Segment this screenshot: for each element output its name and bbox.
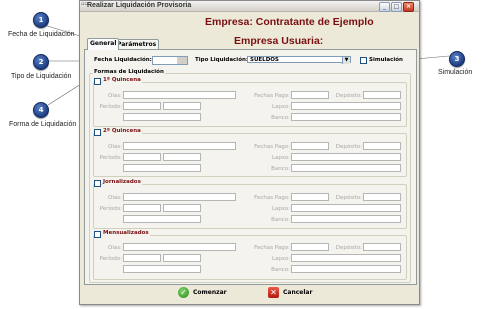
callout-1-bullet: 1	[33, 12, 49, 28]
olas-label: Olas:	[108, 245, 122, 251]
empresa-usuaria-heading: Empresa Usuaria:	[234, 35, 324, 47]
section-2-title: 2º Quincena	[102, 128, 142, 134]
section-3-title: Jornalizados	[102, 179, 142, 185]
deposito-input[interactable]	[363, 91, 401, 99]
periodo-extra-input[interactable]	[123, 215, 201, 223]
lapso-label: Lapso:	[271, 104, 290, 110]
callout-3-bullet: 3	[449, 51, 465, 67]
olas-label: Olas:	[108, 144, 122, 150]
olas-input[interactable]	[123, 142, 236, 150]
minimize-icon[interactable]: _	[379, 2, 390, 12]
deposito-label: Depósito:	[335, 245, 362, 251]
fechas-pago-label: Fechas Pago:	[254, 144, 290, 150]
periodo-label: Período:	[99, 104, 122, 110]
section-4-checkbox[interactable]	[94, 231, 101, 238]
deposito-input[interactable]	[363, 243, 401, 251]
lapso-label: Lapso:	[271, 155, 290, 161]
callout-2-label: Tipo de Liquidación	[11, 73, 72, 80]
banco-label: Banco:	[271, 166, 290, 172]
periodo-hasta-input[interactable]	[163, 204, 201, 212]
lapso-input[interactable]	[291, 254, 401, 262]
periodo-hasta-input[interactable]	[163, 153, 201, 161]
banco-label: Banco:	[271, 115, 290, 121]
callout-2-bullet: 2	[33, 54, 49, 70]
fechas-pago-label: Fechas Pago:	[254, 245, 290, 251]
periodo-hasta-input[interactable]	[163, 254, 201, 262]
periodo-desde-input[interactable]	[123, 204, 161, 212]
section-4-title: Mensualizados	[102, 230, 150, 236]
cancelar-label: Cancelar	[283, 289, 313, 296]
callout-1-label: Fecha de Liquidación	[8, 31, 75, 38]
tab-general[interactable]: General	[87, 38, 120, 50]
periodo-hasta-input[interactable]	[163, 102, 201, 110]
lapso-label: Lapso:	[271, 206, 290, 212]
date-picker-icon[interactable]	[177, 57, 187, 64]
banco-input[interactable]	[291, 113, 401, 121]
fechas-pago-input[interactable]	[291, 142, 329, 150]
periodo-desde-input[interactable]	[123, 153, 161, 161]
periodo-extra-input[interactable]	[123, 164, 201, 172]
section-1-checkbox[interactable]	[94, 78, 101, 85]
close-icon[interactable]: ×	[403, 2, 414, 12]
olas-label: Olas:	[108, 93, 122, 99]
deposito-input[interactable]	[363, 193, 401, 201]
title-bar[interactable]: ▫▫ Realizar Liquidación Provisoria _ □ ×	[80, 1, 419, 12]
chevron-down-icon[interactable]: ▼	[342, 57, 350, 64]
callout-3-label: Simulación	[438, 69, 473, 76]
simulacion-label: Simulación	[369, 57, 403, 63]
fecha-liquidacion-label: Fecha Liquidación:	[94, 57, 152, 63]
periodo-desde-input[interactable]	[123, 102, 161, 110]
lapso-input[interactable]	[291, 204, 401, 212]
olas-input[interactable]	[123, 91, 236, 99]
periodo-label: Período:	[99, 256, 122, 262]
deposito-label: Depósito:	[335, 195, 362, 201]
banco-input[interactable]	[291, 164, 401, 172]
fechas-pago-label: Fechas Pago:	[254, 93, 290, 99]
cancelar-button[interactable]: ✕ Cancelar	[268, 287, 312, 299]
tipo-liquidacion-label: Tipo Liquidación:	[195, 57, 249, 63]
periodo-label: Período:	[99, 155, 122, 161]
section-3-checkbox[interactable]	[94, 180, 101, 187]
lapso-input[interactable]	[291, 102, 401, 110]
olas-label: Olas:	[108, 195, 122, 201]
fechas-pago-label: Fechas Pago:	[254, 195, 290, 201]
periodo-extra-input[interactable]	[123, 265, 201, 273]
lapso-input[interactable]	[291, 153, 401, 161]
callout-4-label: Forma de Liquidación	[9, 121, 77, 128]
tipo-liquidacion-select[interactable]: SUELDOS ▼	[247, 56, 351, 64]
deposito-input[interactable]	[363, 142, 401, 150]
fechas-pago-input[interactable]	[291, 243, 329, 251]
deposito-label: Depósito:	[335, 144, 362, 150]
comenzar-label: Comenzar	[193, 289, 227, 296]
fechas-pago-input[interactable]	[291, 193, 329, 201]
deposito-label: Depósito:	[335, 93, 362, 99]
empresa-heading: Empresa: Contratante de Ejemplo	[205, 16, 374, 28]
banco-label: Banco:	[271, 217, 290, 223]
callout-4-bullet: 4	[33, 102, 49, 118]
banco-input[interactable]	[291, 265, 401, 273]
section-2-checkbox[interactable]	[94, 129, 101, 136]
fechas-pago-input[interactable]	[291, 91, 329, 99]
window-title: Realizar Liquidación Provisoria	[87, 2, 192, 9]
simulacion-checkbox[interactable]	[360, 57, 367, 64]
comenzar-button[interactable]: ✓ Comenzar	[178, 287, 227, 299]
olas-input[interactable]	[123, 243, 236, 251]
fecha-liquidacion-input[interactable]	[152, 56, 188, 65]
maximize-icon[interactable]: □	[391, 2, 402, 12]
periodo-label: Período:	[99, 206, 122, 212]
lapso-label: Lapso:	[271, 256, 290, 262]
app-icon[interactable]: ▫▫	[81, 2, 88, 9]
periodo-extra-input[interactable]	[123, 113, 201, 121]
section-1-title: 1º Quincena	[102, 77, 142, 83]
banco-input[interactable]	[291, 215, 401, 223]
close-icon: ✕	[268, 287, 279, 298]
check-icon: ✓	[178, 287, 189, 298]
banco-label: Banco:	[271, 267, 290, 273]
olas-input[interactable]	[123, 193, 236, 201]
tipo-liquidacion-value: SUELDOS	[250, 57, 279, 63]
formas-liquidacion-title: Formas de Liquidación	[93, 69, 165, 75]
periodo-desde-input[interactable]	[123, 254, 161, 262]
